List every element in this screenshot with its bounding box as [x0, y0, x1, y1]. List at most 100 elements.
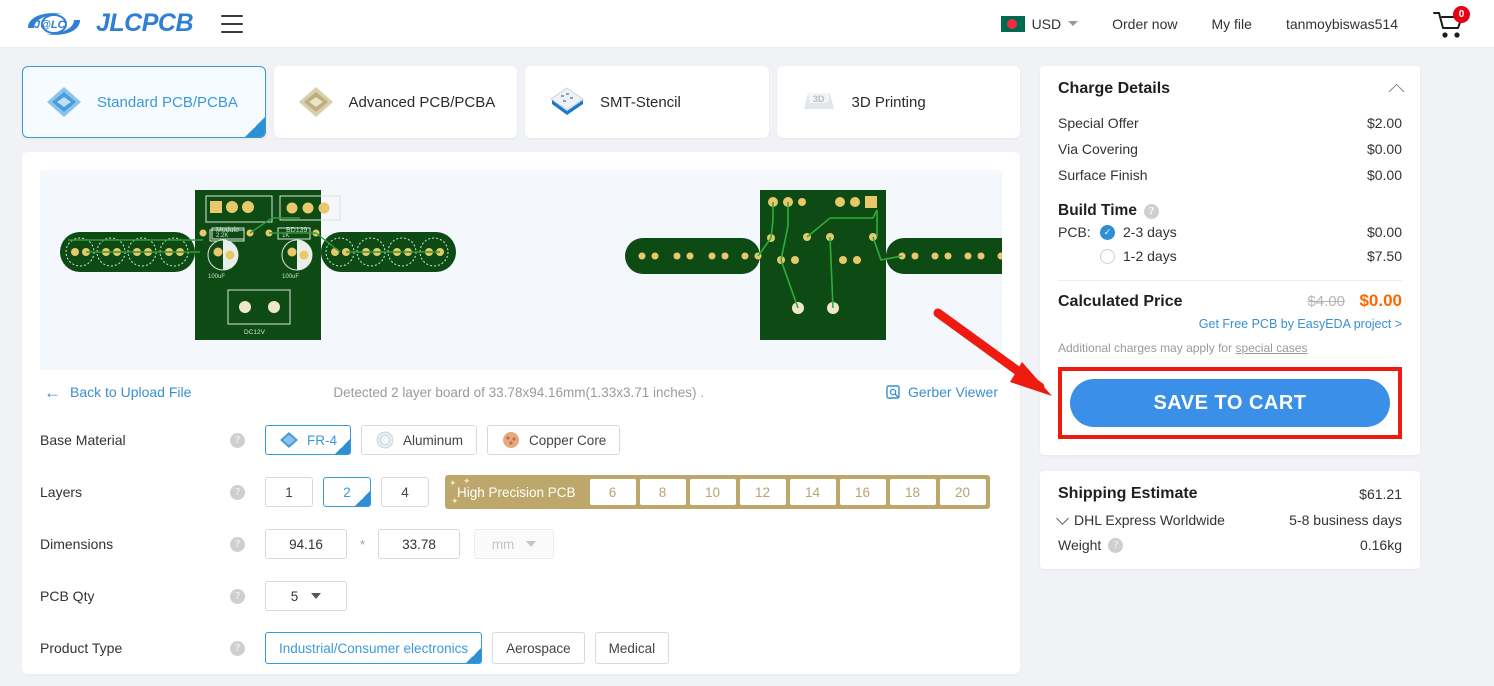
row-base-material: Base Material ? FR-4 ✓ Aluminum Copper C…	[40, 414, 1002, 466]
calculated-price-row: Calculated Price $4.00 $0.00	[1058, 291, 1402, 311]
shipping-days: 5-8 business days	[1289, 512, 1402, 528]
selected-check-icon	[335, 439, 350, 454]
shipping-carrier-label: DHL Express Worldwide	[1074, 512, 1225, 528]
tab-advanced-pcb-pcba[interactable]: Advanced PCB/PCBA	[273, 66, 517, 138]
svg-text:DC12V: DC12V	[244, 329, 266, 336]
svg-text:J@LC: J@LC	[34, 19, 67, 31]
brand-logo[interactable]: J@LC JLCPCB	[24, 9, 194, 39]
option-layers-8[interactable]: 8	[639, 479, 686, 505]
nav-account[interactable]: tanmoybiswas514	[1286, 16, 1398, 32]
tab-3d-printing[interactable]: 3D 3D Printing	[776, 66, 1020, 138]
option-layers-2[interactable]: 2	[323, 477, 371, 507]
build-time-option-1-2-days[interactable]: 1-2 days $7.50	[1058, 244, 1402, 268]
row-pcb-qty: PCB Qty ? 5	[40, 570, 1002, 622]
divider	[1058, 280, 1402, 281]
help-icon-base-material[interactable]: ?	[230, 432, 245, 448]
dimension-width-input[interactable]	[265, 529, 347, 559]
option-industrial-consumer-electronics[interactable]: Industrial/Consumer electronics	[265, 632, 483, 664]
tab-standard-pcb-pcba[interactable]: Standard PCB/PCBA	[22, 66, 266, 138]
build-time-pcb-label: PCB:	[1058, 224, 1091, 240]
unit-label: mm	[491, 536, 515, 552]
help-icon-dimensions[interactable]: ?	[230, 536, 245, 552]
option-layers-18[interactable]: 18	[889, 479, 936, 505]
svg-text:1K: 1K	[282, 233, 289, 239]
svg-text:100uF: 100uF	[282, 274, 299, 280]
option-aerospace[interactable]: Aerospace	[492, 632, 585, 664]
tab-label: Advanced PCB/PCBA	[348, 93, 496, 111]
pcb-bottom-view	[625, 190, 1002, 340]
product-type-tabs: Standard PCB/PCBA Advanced PCB/PCBA	[22, 66, 1020, 138]
special-cases-link[interactable]: special cases	[1235, 341, 1307, 355]
nav-my-file[interactable]: My file	[1211, 16, 1251, 32]
dimension-unit-select[interactable]: mm	[474, 529, 555, 559]
gerber-viewer-label: Gerber Viewer	[907, 384, 998, 400]
currency-selector[interactable]: USD	[1000, 15, 1079, 32]
option-layers-10[interactable]: 10	[689, 479, 736, 505]
option-layers-4[interactable]: 4	[381, 477, 429, 507]
free-pcb-easyeda-link[interactable]: Get Free PCB by EasyEDA project >	[1058, 317, 1402, 331]
base-material-label: Base Material	[40, 432, 126, 448]
additional-charges-text: Additional charges may apply for	[1058, 341, 1236, 355]
shipping-estimate-price: $61.21	[1359, 486, 1402, 502]
help-icon-layers[interactable]: ?	[230, 484, 245, 500]
build-time-label: Build Time	[1058, 202, 1137, 219]
option-layers-12[interactable]: 12	[739, 479, 786, 505]
gerber-viewer-link[interactable]: Gerber Viewer	[886, 384, 998, 400]
tab-selected-check-icon	[244, 117, 265, 137]
tab-label: 3D Printing	[851, 93, 926, 111]
help-icon-weight[interactable]: ?	[1108, 537, 1124, 553]
pcb-top-view: Module BD139 2.2K 1K 100uF 100uF DC12V	[60, 190, 456, 340]
option-layers-6[interactable]: 6	[589, 479, 636, 505]
smt-stencil-icon	[548, 85, 586, 119]
3d-printing-icon: 3D	[800, 85, 838, 119]
tab-smt-stencil[interactable]: SMT-Stencil	[525, 66, 769, 138]
weight-value: 0.16kg	[1359, 537, 1402, 553]
build-time-option-label: 1-2 days	[1123, 248, 1177, 264]
calculated-old-price: $4.00	[1307, 293, 1345, 310]
charge-value: $0.00	[1366, 141, 1402, 157]
option-layers-20[interactable]: 20	[939, 479, 986, 505]
option-copper-core[interactable]: Copper Core	[487, 425, 621, 455]
hamburger-menu-icon[interactable]	[221, 14, 245, 33]
radio-selected-icon	[1100, 224, 1115, 240]
option-fr4[interactable]: FR-4	[265, 425, 351, 455]
charge-label: Via Covering	[1058, 141, 1138, 157]
option-label: Medical	[608, 640, 656, 656]
option-aluminum[interactable]: Aluminum	[361, 425, 478, 455]
pcb-qty-select[interactable]: 5	[265, 581, 347, 611]
pcb-preview[interactable]: Module BD139 2.2K 1K 100uF 100uF DC12V	[40, 170, 1002, 370]
option-label: FR-4	[307, 432, 337, 448]
shipping-carrier-row[interactable]: DHL Express Worldwide 5-8 business days	[1056, 511, 1402, 528]
save-to-cart-button[interactable]: SAVE TO CART	[1070, 379, 1390, 427]
charge-details-title: Charge Details	[1058, 80, 1171, 97]
chevron-down-icon	[1068, 21, 1079, 26]
option-layers-16[interactable]: 16	[839, 479, 886, 505]
help-icon-pcb-qty[interactable]: ?	[230, 588, 245, 604]
product-type-label: Product Type	[40, 640, 123, 656]
charge-row-special-offer: Special Offer $2.00	[1058, 110, 1402, 136]
radio-unselected-icon	[1100, 248, 1115, 264]
svg-text:3D: 3D	[813, 94, 825, 104]
nav-order-now[interactable]: Order now	[1112, 16, 1177, 32]
option-layers-14[interactable]: 14	[789, 479, 836, 505]
chevron-up-icon[interactable]	[1388, 83, 1405, 99]
build-time-title: Build Time ?	[1058, 202, 1402, 220]
build-time-option-label: 2-3 days	[1123, 224, 1177, 240]
option-label: Aluminum	[403, 432, 464, 448]
help-icon-build-time[interactable]: ?	[1143, 203, 1159, 219]
dimension-separator: *	[360, 536, 366, 552]
option-layers-1[interactable]: 1	[265, 477, 313, 507]
jlc-logo-icon: J@LC	[24, 9, 86, 39]
sparkle-icon: ✦	[463, 476, 471, 486]
build-time-option-price: $7.50	[1366, 248, 1402, 264]
calculated-new-price: $0.00	[1359, 291, 1402, 310]
build-time-option-2-3-days[interactable]: PCB: 2-3 days $0.00	[1058, 220, 1402, 244]
pcb-order-card: Module BD139 2.2K 1K 100uF 100uF DC12V ←…	[22, 152, 1020, 674]
cart-button[interactable]: 0	[1432, 5, 1470, 39]
bangladesh-flag-icon	[1000, 15, 1025, 32]
dimension-height-input[interactable]	[378, 529, 461, 559]
sparkle-icon: ✦	[449, 478, 457, 488]
option-medical[interactable]: Medical	[594, 632, 670, 664]
help-icon-product-type[interactable]: ?	[230, 640, 245, 656]
chevron-down-icon	[526, 541, 537, 547]
